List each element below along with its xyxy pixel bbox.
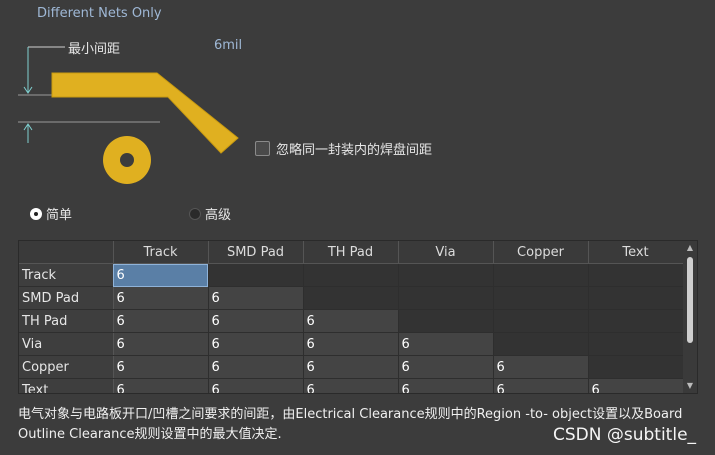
copper-track	[51, 72, 239, 154]
filter-label: Different Nets Only	[37, 6, 162, 21]
ignore-pads-checkbox-row[interactable]: 忽略同一封装内的焊盘间距	[255, 139, 432, 158]
mode-advanced-label: 高级	[205, 208, 232, 223]
scroll-up-arrow-icon[interactable]: ▲	[683, 242, 697, 254]
min-clearance-label: 最小间距	[68, 42, 121, 57]
matrix-cell-empty	[493, 332, 589, 356]
matrix-cell-empty	[398, 263, 494, 287]
watermark: CSDN @subtitle_	[553, 425, 697, 445]
scroll-thumb[interactable]	[687, 257, 693, 343]
matrix-cell[interactable]: 6	[588, 378, 684, 393]
matrix-cell-empty	[588, 263, 684, 287]
mode-advanced-radio[interactable]	[189, 207, 201, 220]
matrix-cell[interactable]: 6	[113, 332, 209, 356]
matrix-cell[interactable]: 6	[113, 286, 209, 310]
matrix-cell-empty	[588, 332, 684, 356]
matrix-cell[interactable]: 6	[398, 332, 494, 356]
mode-simple-label: 简单	[46, 208, 73, 223]
matrix-row-header[interactable]: Copper	[19, 355, 114, 379]
matrix-cell[interactable]: 6	[113, 378, 209, 393]
matrix-cell[interactable]: 6	[113, 309, 209, 333]
matrix-cell-empty	[493, 286, 589, 310]
matrix-column-header[interactable]: TH Pad	[303, 241, 399, 264]
clearance-matrix-table: Track SMD Pad TH Pad Via Copper Text Track 6 SMD…	[19, 241, 684, 393]
matrix-cell[interactable]: 6	[303, 378, 399, 393]
matrix-row-header[interactable]: Text	[19, 378, 114, 393]
matrix-scrollbar[interactable]: ▲ ▼	[683, 241, 697, 393]
min-clearance-value[interactable]: 6mil	[214, 38, 242, 53]
clearance-matrix[interactable]: Track SMD Pad TH Pad Via Copper Text Track 6 SMD…	[18, 240, 698, 394]
matrix-row-header[interactable]: Track	[19, 263, 114, 287]
matrix-row: SMD Pad 6 6	[19, 286, 684, 310]
matrix-cell-empty	[398, 286, 494, 310]
matrix-cell[interactable]: 6	[398, 378, 494, 393]
matrix-column-header[interactable]: Via	[398, 241, 494, 264]
matrix-cell[interactable]: 6	[208, 355, 304, 379]
matrix-cell-empty	[588, 286, 684, 310]
matrix-row-header[interactable]: TH Pad	[19, 309, 114, 333]
matrix-row: Copper 6 6 6 6 6	[19, 355, 684, 379]
matrix-cell[interactable]: 6	[303, 309, 399, 333]
matrix-row: Text 6 6 6 6 6 6	[19, 378, 684, 393]
matrix-column-header[interactable]: Track	[113, 241, 209, 264]
matrix-cell[interactable]: 6	[208, 309, 304, 333]
matrix-cell[interactable]: 6	[208, 378, 304, 393]
matrix-cell[interactable]: 6	[493, 355, 589, 379]
pad-hole	[120, 153, 134, 167]
matrix-row-header[interactable]: Via	[19, 332, 114, 356]
mode-simple-radio-row[interactable]: 简单	[30, 204, 72, 223]
matrix-row: Track 6	[19, 263, 684, 287]
matrix-cell[interactable]: 6	[208, 286, 304, 310]
matrix-corner-header	[19, 241, 114, 264]
matrix-row: Via 6 6 6 6	[19, 332, 684, 356]
mode-advanced-radio-row[interactable]: 高级	[189, 204, 231, 223]
matrix-cell[interactable]: 6	[208, 332, 304, 356]
clearance-diagram	[18, 46, 239, 184]
matrix-row: TH Pad 6 6 6	[19, 309, 684, 333]
scroll-down-arrow-icon[interactable]: ▼	[683, 380, 697, 392]
matrix-cell-empty	[588, 355, 684, 379]
matrix-cell[interactable]: 6	[398, 355, 494, 379]
matrix-cell-empty	[303, 286, 399, 310]
matrix-column-header[interactable]: SMD Pad	[208, 241, 304, 264]
matrix-cell-empty	[208, 263, 304, 287]
ignore-pads-label: 忽略同一封装内的焊盘间距	[276, 143, 433, 158]
matrix-cell-empty	[493, 309, 589, 333]
matrix-cell[interactable]: 6	[493, 378, 589, 393]
matrix-cell-empty	[493, 263, 589, 287]
matrix-column-header[interactable]: Copper	[493, 241, 589, 264]
matrix-column-header[interactable]: Text	[588, 241, 684, 264]
matrix-row-header[interactable]: SMD Pad	[19, 286, 114, 310]
matrix-cell-empty	[303, 263, 399, 287]
matrix-cell[interactable]: 6	[113, 263, 209, 287]
matrix-cell[interactable]: 6	[113, 355, 209, 379]
matrix-cell[interactable]: 6	[303, 355, 399, 379]
ignore-pads-checkbox[interactable]	[255, 141, 270, 156]
matrix-cell-empty	[398, 309, 494, 333]
mode-simple-radio[interactable]	[30, 207, 42, 220]
matrix-cell-empty	[588, 309, 684, 333]
matrix-cell[interactable]: 6	[303, 332, 399, 356]
